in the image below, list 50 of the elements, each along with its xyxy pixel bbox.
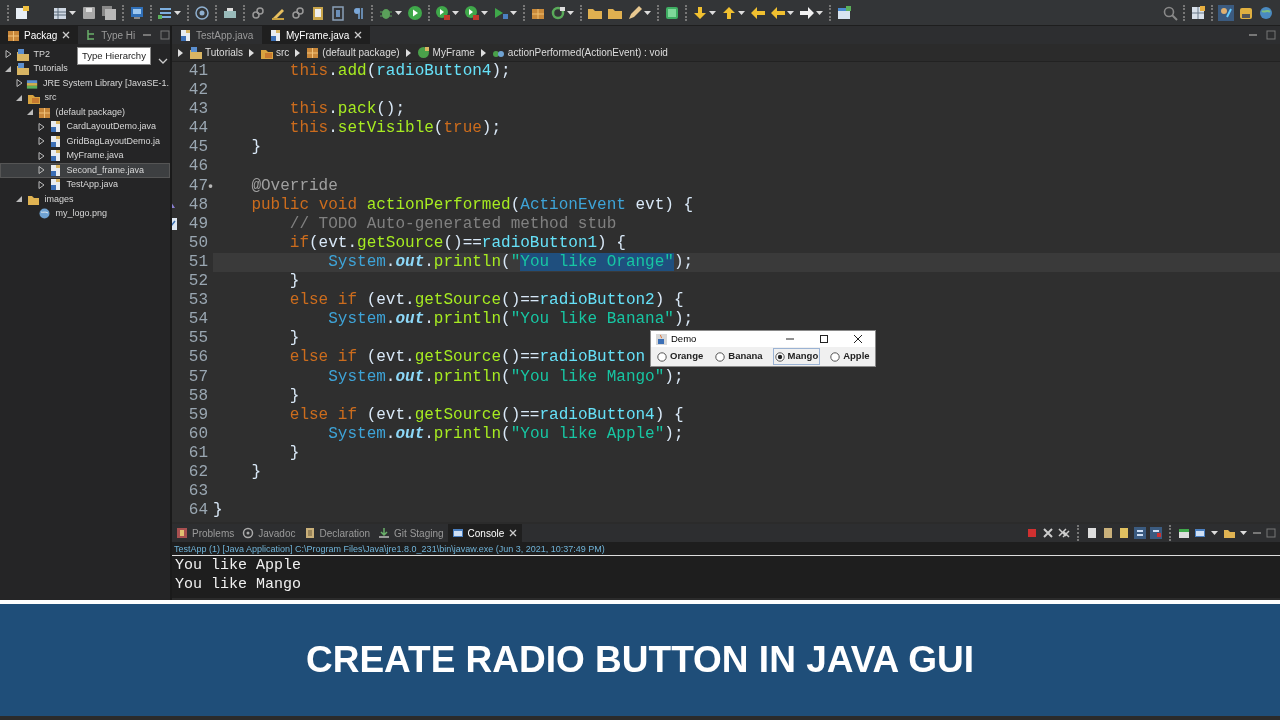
code-line: this.pack(); bbox=[288, 100, 406, 120]
code-line: } bbox=[213, 501, 223, 521]
line-number: 45 bbox=[187, 138, 208, 158]
line-number: 41 bbox=[187, 62, 208, 82]
console-output: You like Apple bbox=[174, 556, 303, 575]
code-line: } bbox=[288, 386, 300, 406]
code-line: else if (evt.getSource()==radioButton bbox=[288, 348, 646, 368]
code-line: System.out.println("You like Mango"); bbox=[327, 367, 684, 387]
code-line: this.add(radioButton4); bbox=[288, 62, 511, 82]
line-number: 50 bbox=[187, 233, 208, 253]
line-number: 56 bbox=[187, 348, 208, 368]
line-number: 42 bbox=[187, 81, 208, 101]
line-number: 63 bbox=[187, 482, 208, 502]
console-header: TestApp (1) [Java Application] C:\Program Files\Java\jre1.8.0_231\bin\javaw.exe (Jun 3, 2021, 10:37:49 PM) bbox=[172, 542, 1280, 556]
window-title: Demo bbox=[671, 331, 698, 346]
line-number: 53 bbox=[187, 291, 208, 311]
code-line: } bbox=[250, 138, 261, 158]
line-number: 44 bbox=[187, 119, 208, 139]
line-number: 59 bbox=[187, 405, 208, 425]
code-line: public void actionPerformed(ActionEvent evt) { bbox=[250, 195, 694, 215]
line-number: 51 bbox=[187, 252, 208, 273]
line-number: 61 bbox=[187, 443, 208, 463]
console-output: You like Mango bbox=[174, 575, 303, 594]
code-line: else if (evt.getSource()==radioButton4) { bbox=[288, 405, 684, 425]
banner-title: CREATE RADIO BUTTON IN JAVA GUI bbox=[305, 638, 975, 683]
line-number: 55 bbox=[187, 329, 208, 349]
line-number: 48 bbox=[187, 195, 208, 215]
line-number: 64 bbox=[187, 501, 208, 521]
code-line: // TODO Auto-generated method stub bbox=[288, 214, 617, 234]
code-line: System.out.println("You like Banana"); bbox=[327, 310, 694, 330]
line-number: 49 bbox=[187, 214, 208, 234]
line-number: 62 bbox=[187, 462, 208, 483]
code-line: if(evt.getSource()==radioButton1) { bbox=[288, 233, 626, 253]
line-number: 60 bbox=[187, 424, 208, 444]
code-line: this.setVisible(true); bbox=[288, 119, 502, 139]
code-line: } bbox=[288, 272, 300, 292]
line-number: 43 bbox=[187, 100, 208, 120]
line-number: 52 bbox=[187, 272, 208, 292]
line-number: 58 bbox=[187, 386, 208, 406]
line-number: 47 bbox=[187, 176, 208, 196]
tooltip: Type Hierarchy bbox=[77, 47, 151, 66]
line-number: 46 bbox=[187, 157, 208, 177]
code-line: System.out.println("You like Apple"); bbox=[327, 424, 684, 444]
code-line: } bbox=[288, 443, 300, 463]
line-number: 54 bbox=[187, 310, 208, 330]
line-number: 57 bbox=[187, 367, 208, 387]
code-line: } bbox=[288, 329, 300, 349]
code-line: else if (evt.getSource()==radioButton2) { bbox=[288, 291, 684, 311]
code-line: } bbox=[250, 462, 261, 483]
code-line: @Override bbox=[250, 176, 338, 196]
